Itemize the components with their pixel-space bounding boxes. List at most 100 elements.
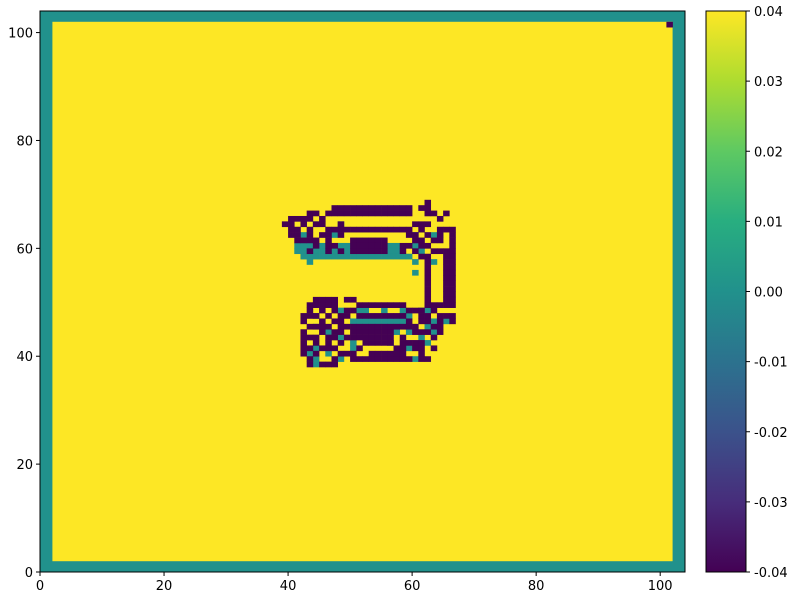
heatmap-cell-low: [424, 302, 432, 308]
heatmap-cell-low: [306, 313, 314, 319]
heatmap-cell-low: [325, 210, 332, 217]
heatmap-cell-low: [443, 226, 450, 233]
heatmap-cell-low: [356, 226, 363, 233]
heatmap-cell-low: [374, 302, 382, 308]
heatmap-cell-low: [436, 323, 444, 330]
heatmap-cell-low: [350, 237, 357, 244]
heatmap-cell-low: [337, 329, 345, 335]
heatmap-cell-low: [424, 318, 432, 325]
heatmap-cell-low: [393, 356, 401, 362]
heatmap-cell-low: [319, 323, 326, 330]
heatmap-cell-low: [399, 210, 407, 217]
heatmap-cell-low: [381, 210, 388, 217]
heatmap-cell-low: [362, 329, 370, 335]
heatmap-cell-low: [449, 275, 456, 282]
colorbar-gradient: [705, 10, 747, 573]
heatmap-cell-low: [300, 318, 307, 325]
heatmap-cell-low: [449, 302, 456, 308]
heatmap-cell-low: [350, 242, 357, 249]
heatmap-cell-low: [418, 329, 425, 335]
heatmap-cell-zero: [368, 253, 376, 260]
heatmap-cell-low: [436, 313, 444, 319]
heatmap-cell-low: [430, 334, 438, 341]
heatmap-cell-low: [306, 307, 314, 314]
heatmap-cell-low: [331, 329, 338, 335]
heatmap-cell-low: [337, 210, 345, 217]
heatmap-cell-low: [362, 237, 370, 244]
heatmap-cell-low: [312, 210, 320, 217]
heatmap-cell-low: [288, 221, 295, 228]
heatmap-cell-low: [306, 334, 314, 341]
heatmap-cell-low: [387, 356, 394, 362]
heatmap-cell-zero: [430, 329, 438, 335]
heatmap-background: [52, 21, 673, 562]
heatmap-cell-low: [381, 302, 388, 308]
heatmap-cell-low: [443, 296, 450, 303]
heatmap-cell-low: [424, 296, 432, 303]
heatmap-cell-low: [449, 280, 456, 287]
heatmap-cell-zero: [399, 307, 407, 314]
heatmap-cell-low: [387, 226, 394, 233]
heatmap-cell-low: [405, 318, 413, 325]
heatmap-cell-zero: [300, 248, 307, 255]
heatmap-cell-zero: [412, 269, 419, 276]
heatmap-cell-low: [436, 318, 444, 325]
heatmap-cell-low: [449, 248, 456, 255]
heatmap-cell-low: [319, 221, 326, 228]
heatmap-cell-zero: [331, 253, 338, 260]
heatmap-cell-low: [325, 248, 332, 255]
heatmap-cell-low: [312, 334, 320, 341]
heatmap-cell-low: [368, 313, 376, 319]
heatmap-cell-low: [412, 221, 419, 228]
heatmap-cell-zero: [393, 253, 401, 260]
heatmap-cell-zero: [381, 318, 388, 325]
heatmap-cell-low: [393, 210, 401, 217]
heatmap-cell-low: [325, 302, 332, 308]
heatmap-cell-low: [325, 323, 332, 330]
heatmap-cell-low: [306, 361, 314, 368]
heatmap-cell-low: [436, 248, 444, 255]
heatmap-cell-low: [443, 286, 450, 292]
heatmap-cell-zero: [399, 318, 407, 325]
heatmap-cell-low: [418, 307, 425, 314]
heatmap-cell-low: [449, 291, 456, 298]
heatmap-cell-low: [443, 269, 450, 276]
heatmap-cell-low: [443, 313, 450, 319]
heatmap-cell-low: [343, 334, 351, 341]
heatmap-cell-low: [374, 334, 382, 341]
heatmap-cell-low: [424, 199, 432, 206]
heatmap-cell-low: [350, 356, 357, 362]
heatmap-cell-zero: [374, 318, 382, 325]
heatmap-cell-low: [331, 210, 338, 217]
colorbar-tick-label: -0.04: [754, 566, 788, 581]
heatmap-cell-low: [449, 286, 456, 292]
heatmap-cell-low: [424, 291, 432, 298]
heatmap-cell-low: [343, 205, 351, 211]
heatmap-cell-low: [374, 356, 382, 362]
heatmap-cell-low: [412, 307, 419, 314]
heatmap-cell-low: [325, 345, 332, 352]
heatmap-cell-low: [350, 323, 357, 330]
heatmap-cell-low: [418, 242, 425, 249]
heatmap-cell-low: [300, 221, 307, 228]
heatmap-cell-zero: [337, 307, 345, 314]
heatmap-cell-zero: [362, 307, 370, 314]
heatmap-cell-low: [300, 329, 307, 335]
heatmap-cell-low: [356, 334, 363, 341]
heatmap-cell-zero: [325, 253, 332, 260]
heatmap-cell-low: [399, 340, 407, 346]
heatmap-cell-low: [424, 253, 432, 260]
heatmap-cell-zero: [343, 242, 351, 249]
heatmap-cell-low: [337, 226, 345, 233]
heatmap-cell-low: [430, 302, 438, 308]
heatmap-cell-low: [356, 345, 363, 352]
heatmap-cell-low: [368, 334, 376, 341]
heatmap-cell-low: [356, 248, 363, 255]
heatmap-cell-low: [418, 226, 425, 233]
heatmap-cell-low: [412, 237, 419, 244]
heatmap-cell-low: [362, 334, 370, 341]
heatmap-cell-low: [443, 210, 450, 217]
heatmap-cell-low: [399, 242, 407, 249]
heatmap-cell-low: [418, 221, 425, 228]
heatmap-cell-zero: [387, 242, 394, 249]
